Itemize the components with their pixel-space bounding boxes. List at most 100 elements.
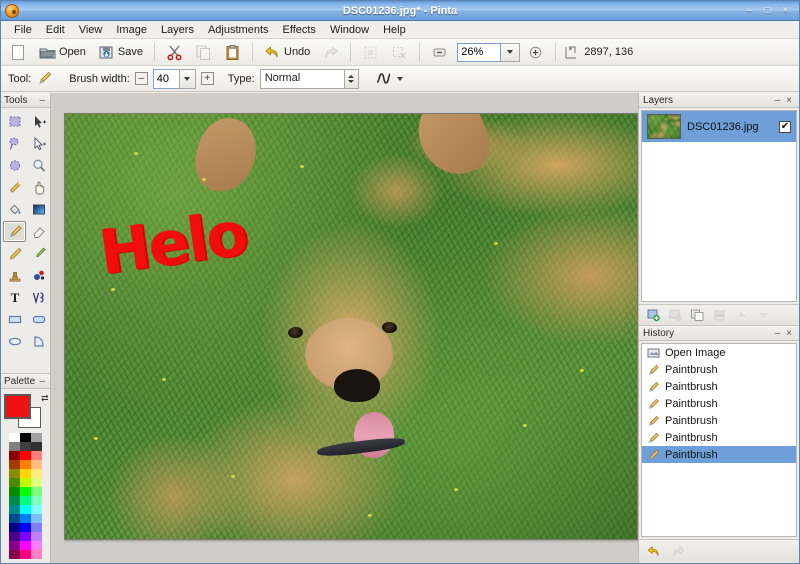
brush-width-dropdown-button[interactable] (178, 68, 196, 89)
cut-button[interactable] (161, 41, 188, 64)
menu-edit[interactable]: Edit (39, 22, 72, 38)
palette-swatch[interactable] (31, 442, 42, 451)
tool-move-selected[interactable] (27, 111, 50, 132)
tool-paint-bucket[interactable] (3, 199, 26, 220)
menu-image[interactable]: Image (109, 22, 154, 38)
tool-freeform-shape[interactable] (27, 331, 50, 352)
history-undo-button[interactable] (645, 543, 663, 560)
menu-effects[interactable]: Effects (276, 22, 323, 38)
maximize-button[interactable]: □ (761, 5, 774, 17)
palette-swatch[interactable] (20, 451, 31, 460)
palette-swatch[interactable] (20, 487, 31, 496)
zoom-level-dropdown-button[interactable] (501, 42, 521, 62)
minimize-button[interactable]: – (743, 5, 756, 17)
menu-file[interactable]: File (7, 22, 39, 38)
palette-swatch[interactable] (9, 514, 20, 523)
tool-move-selection[interactable] (27, 133, 50, 154)
crop-to-selection-button[interactable] (357, 41, 384, 64)
open-image-button[interactable]: Open (34, 41, 91, 64)
palette-swatch[interactable] (9, 550, 20, 559)
move-layer-up-button[interactable] (732, 307, 750, 324)
palette-swatch[interactable] (31, 433, 42, 442)
tool-ellipse[interactable] (3, 331, 26, 352)
history-redo-button[interactable] (669, 543, 687, 560)
palette-swatch[interactable] (31, 505, 42, 514)
tool-zoom[interactable] (27, 155, 50, 176)
copy-button[interactable] (190, 41, 217, 64)
add-layer-button[interactable] (644, 307, 662, 324)
redo-button[interactable] (317, 41, 344, 64)
palette-swatch[interactable] (9, 460, 20, 469)
palette-swatch[interactable] (20, 442, 31, 451)
blend-type-stepper[interactable] (343, 68, 359, 89)
palette-swatch[interactable] (20, 496, 31, 505)
palette-swatch[interactable] (20, 523, 31, 532)
save-image-button[interactable]: Save (93, 41, 148, 64)
history-item[interactable]: Paintbrush (642, 361, 796, 378)
brush-width-spinner[interactable] (152, 68, 196, 89)
palette-swatch[interactable] (20, 433, 31, 442)
palette-swatch[interactable] (31, 469, 42, 478)
palette-swatch[interactable] (31, 550, 42, 559)
blend-type-value[interactable]: Normal (259, 68, 344, 89)
palette-swatch[interactable] (20, 460, 31, 469)
blend-type-select[interactable]: Normal (259, 68, 359, 89)
history-panel-minimize-button[interactable]: – (772, 328, 784, 339)
history-panel-close-button[interactable]: × (783, 328, 795, 339)
palette-swatch[interactable] (20, 541, 31, 550)
menu-window[interactable]: Window (323, 22, 376, 38)
history-list[interactable]: Open Image Paintbrush Paintbrush Paintbr… (641, 343, 797, 537)
tool-eraser[interactable] (27, 221, 50, 242)
brush-width-input[interactable] (152, 68, 179, 89)
palette-swatch[interactable] (31, 541, 42, 550)
squiggle-icon[interactable] (375, 70, 392, 87)
tool-ellipse-select[interactable] (3, 155, 26, 176)
palette-swatch[interactable] (20, 478, 31, 487)
move-layer-down-button[interactable] (754, 307, 772, 324)
deselect-all-button[interactable] (386, 41, 413, 64)
tool-rectangle-select[interactable] (3, 111, 26, 132)
zoom-out-button[interactable] (426, 41, 453, 64)
history-item[interactable]: Paintbrush (642, 378, 796, 395)
delete-layer-button[interactable] (666, 307, 684, 324)
palette-swatch[interactable] (9, 523, 20, 532)
tool-clone-stamp[interactable] (3, 265, 26, 286)
palette-swatch[interactable] (20, 505, 31, 514)
history-item[interactable]: Paintbrush (642, 412, 796, 429)
layers-panel-close-button[interactable]: × (783, 95, 795, 106)
swap-colors-icon[interactable]: ⇄ (41, 393, 49, 404)
palette-swatch[interactable] (31, 532, 42, 541)
tool-color-picker[interactable] (27, 243, 50, 264)
new-image-button[interactable] (5, 41, 32, 64)
palette-swatch[interactable] (9, 505, 20, 514)
palette-swatch[interactable] (31, 460, 42, 469)
zoom-in-button[interactable] (522, 41, 549, 64)
palette-swatch[interactable] (9, 496, 20, 505)
tool-line-curve[interactable] (27, 287, 50, 308)
palette-swatch[interactable] (20, 514, 31, 523)
palette-swatch[interactable] (9, 442, 20, 451)
palette-swatch[interactable] (20, 550, 31, 559)
merge-layer-down-button[interactable] (710, 307, 728, 324)
palette-swatch[interactable] (31, 523, 42, 532)
palette-swatch[interactable] (9, 487, 20, 496)
tool-rectangle[interactable] (3, 309, 26, 330)
history-item[interactable]: Open Image (642, 344, 796, 361)
close-button[interactable]: × (779, 5, 792, 17)
brush-width-decrease-button[interactable]: – (134, 72, 148, 85)
palette-swatch[interactable] (31, 514, 42, 523)
history-item[interactable]: Paintbrush (642, 429, 796, 446)
palette-swatch[interactable] (31, 478, 42, 487)
history-item[interactable]: Paintbrush (642, 446, 796, 463)
image-canvas[interactable]: Helo (64, 113, 638, 540)
tool-magic-wand[interactable] (3, 177, 26, 198)
menu-help[interactable]: Help (376, 22, 413, 38)
palette-swatch[interactable] (9, 541, 20, 550)
paste-button[interactable] (219, 41, 246, 64)
duplicate-layer-button[interactable] (688, 307, 706, 324)
palette-swatch[interactable] (31, 451, 42, 460)
primary-color-swatch[interactable] (3, 394, 31, 419)
layer-row[interactable]: DSC01236.jpg ✔ (642, 111, 796, 142)
tool-text[interactable]: T (3, 287, 26, 308)
palette-panel-minimize-button[interactable]: – (37, 376, 47, 387)
